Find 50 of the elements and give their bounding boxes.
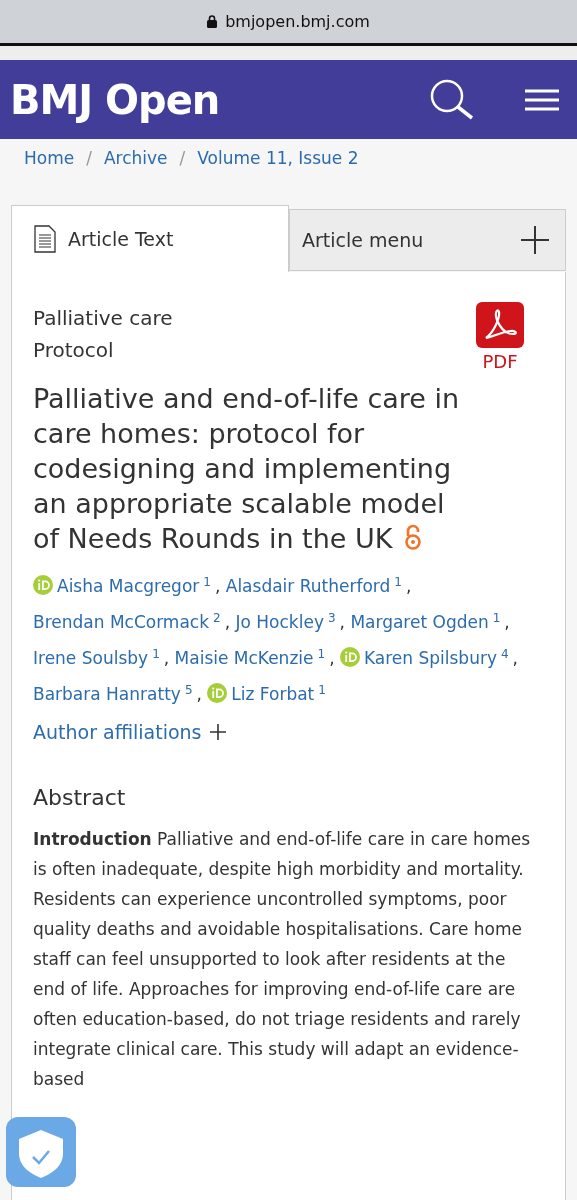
author-separator: , (214, 576, 221, 596)
author-separator: , (339, 612, 345, 632)
author-link[interactable]: Aisha Macgregor (57, 576, 200, 596)
pdf-button[interactable]: PDF (476, 302, 524, 375)
plus-icon (521, 226, 549, 254)
url-text[interactable]: bmjopen.bmj.com (225, 9, 370, 34)
subject-label: Palliative care (33, 305, 174, 332)
breadcrumb-link[interactable]: Volume 11, Issue 2 (197, 146, 359, 172)
author-separator: , (512, 648, 518, 668)
affiliation-number: 1 (394, 575, 402, 589)
affiliation-number: 1 (318, 683, 326, 697)
author-link[interactable]: Maisie McKenzie (174, 648, 314, 668)
author-link[interactable]: Alasdair Rutherford (225, 576, 391, 596)
pdf-icon (476, 302, 524, 348)
author-link[interactable]: Margaret Ogden (350, 612, 489, 632)
affiliation-number: 1 (317, 647, 326, 661)
affiliation-number: 2 (213, 611, 221, 625)
affiliation-number: 1 (203, 575, 211, 589)
author-affiliations-link[interactable]: Author affiliations (33, 718, 202, 747)
abstract-paragraph: Introduction Palliative and end-of-life care in care homes is often inadequate, despite high morbidity and mortality. Residents can experience uncontrolled symptoms, poor quality deaths and avoidable hospitalisations. Care home staff can feel unsupported to look after residents at the end of life. Approaches for improving end-of-life care are often education-based, do not triage residents and rarely integrate clinical care. This study will adapt an evidence-based (33, 827, 532, 1091)
breadcrumb-separator: / (86, 147, 92, 171)
author-separator: , (504, 612, 510, 632)
breadcrumb-separator: / (179, 147, 186, 171)
plus-icon[interactable] (209, 724, 226, 741)
affiliation-number: 1 (492, 611, 501, 625)
breadcrumb-link[interactable]: Home (24, 146, 75, 172)
author-link[interactable]: Jo Hockley (235, 612, 324, 632)
abstract-heading: Abstract (33, 783, 127, 812)
author-link[interactable]: Liz Forbat (231, 684, 315, 704)
affiliation-number: 3 (327, 611, 336, 625)
document-icon (34, 225, 56, 253)
tab[interactable]: Article menu (289, 209, 566, 271)
author-link[interactable]: Karen Spilsbury (363, 648, 497, 668)
author-separator: , (329, 648, 335, 668)
breadcrumb-link[interactable]: Archive (103, 146, 168, 172)
author-separator: , (163, 648, 170, 668)
author-link[interactable]: Irene Soulsby (33, 648, 149, 668)
author-separator: , (405, 576, 412, 596)
author-separator: , (224, 612, 231, 632)
affiliation-number: 4 (500, 647, 509, 661)
article-title: Palliative and end-of-life care in care homes: protocol for codesigning and implementing an appropriate scalable model of Needs Rounds in the UK (33, 382, 461, 556)
article-type: Protocol (33, 337, 115, 364)
menu-icon[interactable] (525, 88, 559, 111)
author-link[interactable]: Brendan McCormack (33, 612, 210, 632)
tab[interactable]: Article Text (11, 205, 289, 272)
affiliation-number: 1 (152, 647, 160, 661)
lock-icon (207, 15, 218, 28)
author-link[interactable]: Barbara Hanratty (33, 684, 181, 704)
author-separator: , (196, 684, 202, 704)
affiliation-number: 5 (184, 683, 193, 697)
